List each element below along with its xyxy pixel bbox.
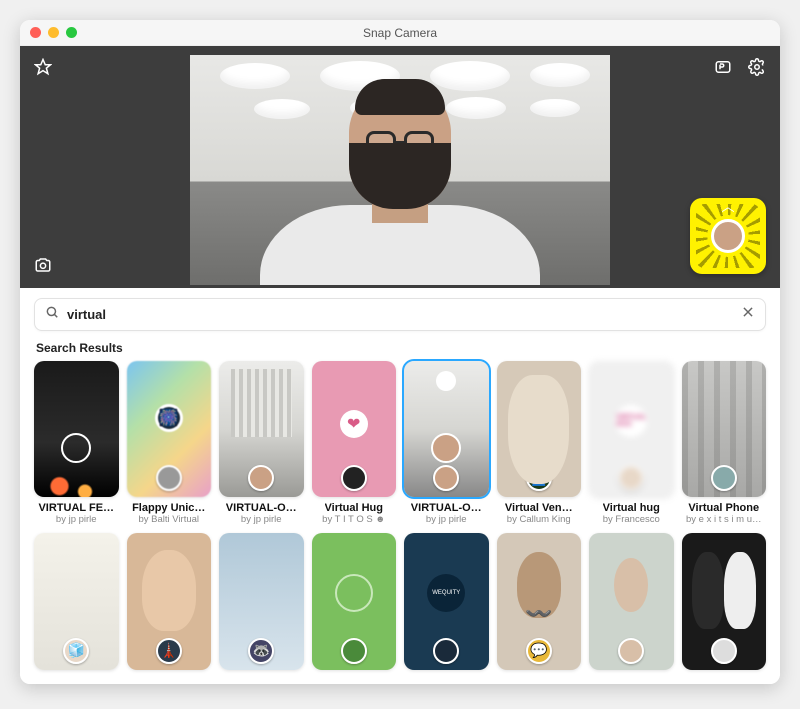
lens-title: Virtual Phone (688, 502, 759, 514)
lens-author: by Francesco (603, 514, 660, 525)
lens-card[interactable] (312, 533, 397, 669)
titlebar: Snap Camera (20, 20, 780, 46)
lens-author: by jp pirle (241, 514, 282, 525)
lens-card[interactable]: WEQUITY (404, 533, 489, 669)
search-bar[interactable] (34, 298, 766, 331)
user-figure (260, 85, 540, 285)
results-row-1: VIRTUAL FE… by jp pirle 🎆 Flappy Unic… b… (34, 361, 766, 531)
gear-icon[interactable] (744, 54, 770, 80)
lens-title: VIRTUAL FE… (38, 502, 114, 514)
search-panel: Search Results VIRTUAL FE… by jp pirle 🎆… (20, 288, 780, 684)
camera-preview-area: ︿ (20, 46, 780, 288)
lens-card[interactable]: Virtual Phone by e x i t s i m u… (682, 361, 767, 525)
lens-author: by Balti Virtual (138, 514, 199, 525)
broadcast-icon[interactable] (710, 54, 736, 80)
lens-author: by jp pirle (426, 514, 467, 525)
lens-title: VIRTUAL-O… (411, 502, 482, 514)
lens-card[interactable]: 🗼 (127, 533, 212, 669)
camera-preview (190, 55, 610, 285)
lens-card[interactable]: Virtual Hug by T I T O S ☻ (312, 361, 397, 525)
lens-author: by jp pirle (56, 514, 97, 525)
lens-card[interactable] (589, 533, 674, 669)
search-input[interactable] (67, 307, 733, 322)
lens-card[interactable]: 🧊 (34, 533, 119, 669)
snapcode-avatar (711, 219, 745, 253)
close-icon[interactable] (741, 305, 755, 324)
window-controls (30, 27, 77, 38)
lens-title: Virtual Hug (325, 502, 383, 514)
lens-title: Virtual Ven… (505, 502, 573, 514)
snapcode[interactable]: ︿ (690, 198, 766, 274)
window-title: Snap Camera (20, 26, 780, 40)
lens-title: Virtual hug (603, 502, 660, 514)
camera-icon[interactable] (30, 252, 56, 278)
lens-title: Flappy Unic… (132, 502, 205, 514)
minimize-window-button[interactable] (48, 27, 59, 38)
lens-card[interactable]: 🎆 Flappy Unic… by Balti Virtual (127, 361, 212, 525)
results-header: Search Results (36, 341, 764, 355)
fullscreen-window-button[interactable] (66, 27, 77, 38)
results-row-2: 🧊 🗼 🦝 WEQUITY 〰️💬 (34, 533, 766, 675)
lens-card[interactable]: VIRTUAL-O… by jp pirle (219, 361, 304, 525)
app-window: Snap Camera (20, 20, 780, 684)
close-window-button[interactable] (30, 27, 41, 38)
chevron-up-icon: ︿ (721, 196, 734, 215)
search-icon (45, 305, 59, 324)
lens-author: by e x i t s i m u… (686, 514, 762, 525)
lens-card[interactable]: 🦝 (219, 533, 304, 669)
lens-title: VIRTUAL-O… (226, 502, 297, 514)
star-icon[interactable] (30, 54, 56, 80)
lens-card[interactable]: VIRTUAL FE… by jp pirle (34, 361, 119, 525)
lens-card[interactable]: VIRTUAL-O… by jp pirle (404, 361, 489, 525)
lens-card[interactable]: 〰️💬 (497, 533, 582, 669)
lens-card[interactable]: VIRTUALHUG Virtual hug by Francesco (589, 361, 674, 525)
lens-author: by Callum King (507, 514, 571, 525)
lens-author: by T I T O S ☻ (322, 514, 385, 525)
lens-card[interactable]: 👤 Virtual Ven… by Callum King (497, 361, 582, 525)
lens-card[interactable] (682, 533, 767, 669)
